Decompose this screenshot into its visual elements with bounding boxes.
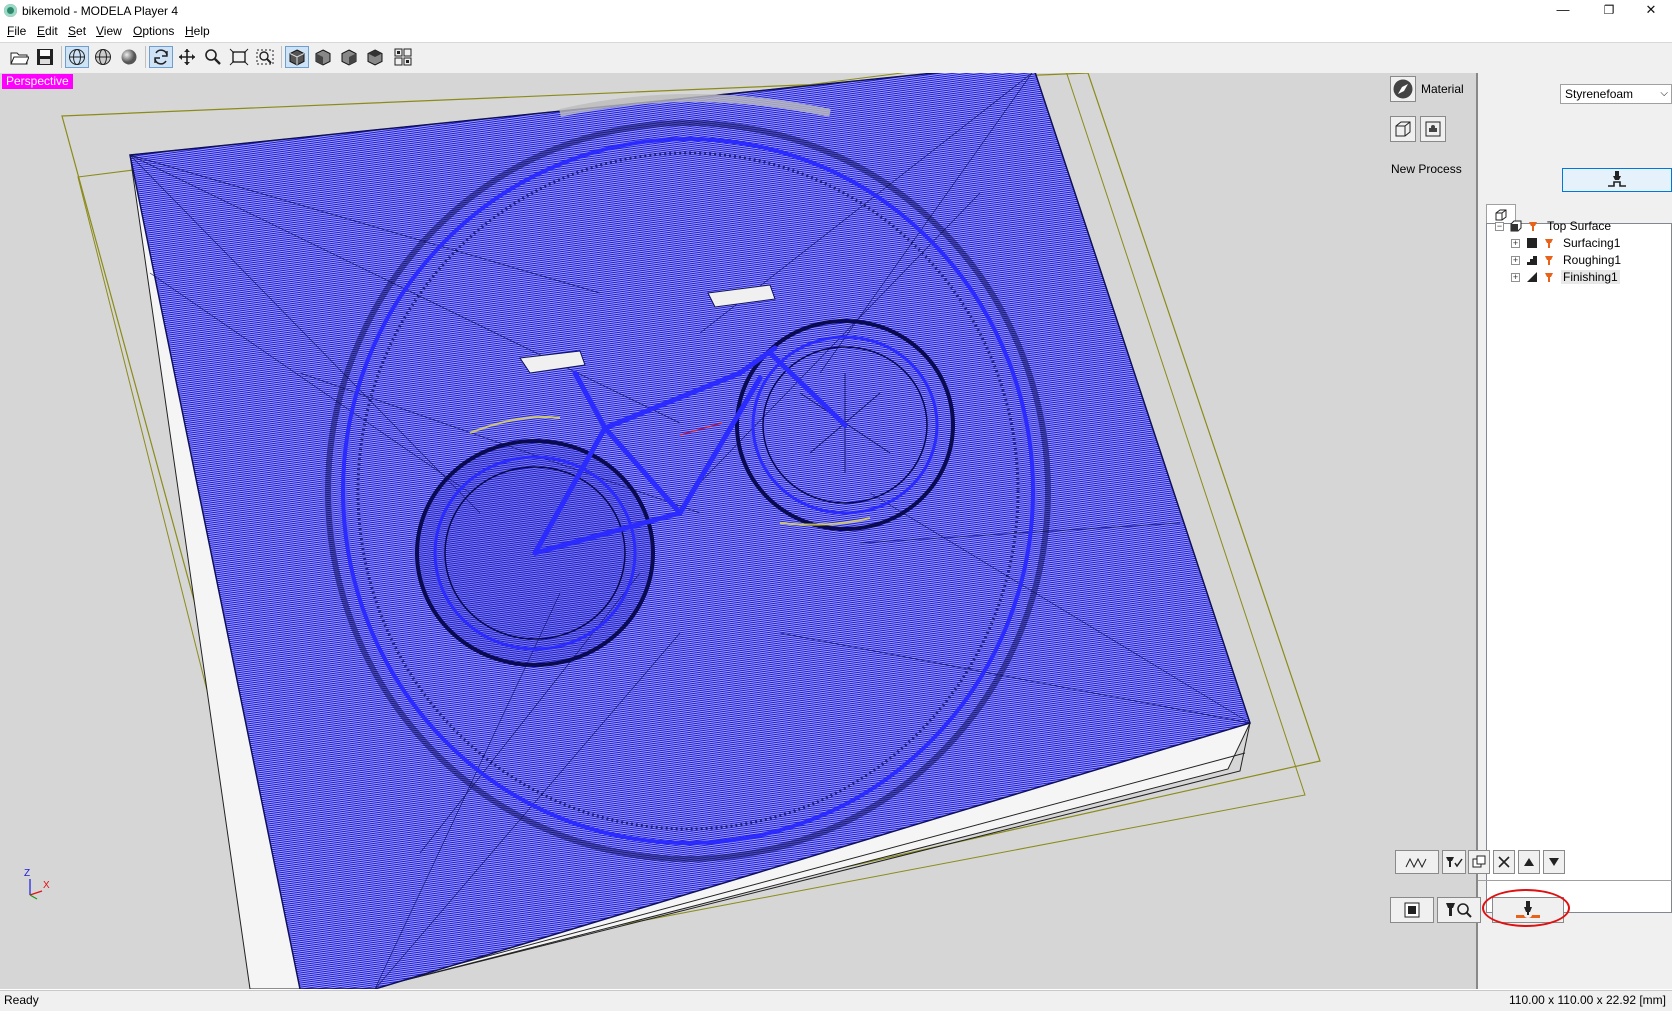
move-down-button[interactable] [1543,850,1565,874]
compass-icon[interactable] [1390,76,1416,102]
process-icon [1529,222,1537,231]
arrow-down-icon [1549,858,1559,866]
zoom-window-icon[interactable] [253,46,277,68]
menu-help[interactable]: Help [185,24,210,38]
toolpath-preview-button[interactable] [1395,850,1439,874]
open-icon[interactable] [7,46,31,68]
iso-view-icon[interactable] [285,46,309,68]
title-bar [0,0,1672,22]
stop-button[interactable] [1390,897,1434,923]
solid-shaded-icon[interactable] [117,46,141,68]
pan-icon[interactable] [175,46,199,68]
expand-toggle[interactable]: + [1511,272,1520,282]
surfacing-icon [1527,238,1537,248]
new-process-button[interactable] [1562,168,1672,192]
move-up-button[interactable] [1518,850,1540,874]
menu-edit[interactable]: Edit [37,24,58,38]
collapse-toggle[interactable]: − [1495,221,1504,231]
front-view-icon[interactable] [311,46,335,68]
zoom-icon[interactable] [201,46,225,68]
axis-x-label: X [43,880,50,891]
side-view-icon[interactable] [337,46,361,68]
chevron-down-icon: ⌵ [1660,88,1668,99]
top-view-icon[interactable] [363,46,387,68]
perspective-label: Perspective [2,74,73,89]
process-icon [1545,273,1553,282]
app-icon [4,4,17,17]
new-process-icon [1608,171,1626,187]
stock-model-icon[interactable] [1390,116,1416,142]
menu-set[interactable]: Set [68,24,86,38]
copy-button[interactable] [1468,850,1490,874]
fit-view-icon[interactable] [227,46,251,68]
3d-viewport[interactable] [0,73,1477,989]
delete-icon [1498,856,1510,868]
menu-bar [0,22,1672,42]
process-icon [1545,256,1553,265]
wireframe-solid-icon[interactable] [91,46,115,68]
status-bar [0,990,1672,1011]
tree-item-finishing[interactable]: + Finishing1 [1511,268,1620,286]
toolbar-separator [281,46,282,68]
finishing-icon [1527,272,1537,282]
process-check-icon [1446,857,1463,868]
copy-icon [1472,855,1486,868]
preview-cutting-icon [1446,903,1472,918]
tree-item-label: Surfacing1 [1563,236,1621,250]
status-text: Ready [4,993,39,1007]
tree-item-roughing[interactable]: + Roughing1 [1511,251,1621,269]
process-icon [1545,239,1553,248]
tree-root-label: Top Surface [1547,219,1612,233]
tree-root[interactable]: − Top Surface [1495,217,1665,235]
panel-separator [1478,880,1672,881]
delete-button[interactable] [1493,850,1515,874]
preview-cutting-button[interactable] [1437,897,1481,923]
model-settings-icon[interactable] [1420,116,1446,142]
highlight-circle [1482,889,1570,927]
window-title: bikemold - MODELA Player 4 [22,4,179,18]
rotate-icon[interactable] [149,46,173,68]
expand-toggle[interactable]: + [1511,238,1520,248]
material-label: Material [1421,82,1464,96]
arrow-up-icon [1524,858,1534,866]
material-select[interactable]: Styrenefoam ⌵ [1560,84,1672,104]
material-value: Styrenefoam [1565,87,1634,101]
tree-item-surfacing[interactable]: + Surfacing1 [1511,234,1620,252]
tree-item-label: Roughing1 [1563,253,1622,267]
menu-view[interactable]: View [96,24,122,38]
close-button[interactable]: ✕ [1628,0,1672,22]
menu-options[interactable]: Options [133,24,174,38]
axis-triad [29,879,43,900]
stock-dimensions: 110.00 x 110.00 x 22.92 [mm] [1509,993,1666,1007]
toolpath-icon [1405,857,1427,869]
toolbar-separator [145,46,146,68]
process-check-button[interactable] [1442,850,1466,874]
menu-file[interactable]: File [7,24,26,38]
stop-icon [1404,902,1420,918]
roughing-icon [1527,256,1537,265]
four-view-icon[interactable] [391,46,415,68]
axis-z-label: Z [24,868,31,879]
toolpath-render [29,73,1321,989]
toolbar-separator [61,46,62,68]
tree-item-label: Finishing1 [1561,270,1620,284]
save-icon[interactable] [33,46,57,68]
new-process-label: New Process [1391,162,1462,176]
restore-button[interactable]: ❐ [1586,0,1632,22]
stock-icon [1510,220,1522,232]
expand-toggle[interactable]: + [1511,255,1520,265]
wireframe-view-icon[interactable] [65,46,89,68]
process-tree[interactable]: − Top Surface + Surfacing1 + Roughing1 +… [1486,219,1672,913]
minimize-button[interactable]: — [1540,0,1586,22]
